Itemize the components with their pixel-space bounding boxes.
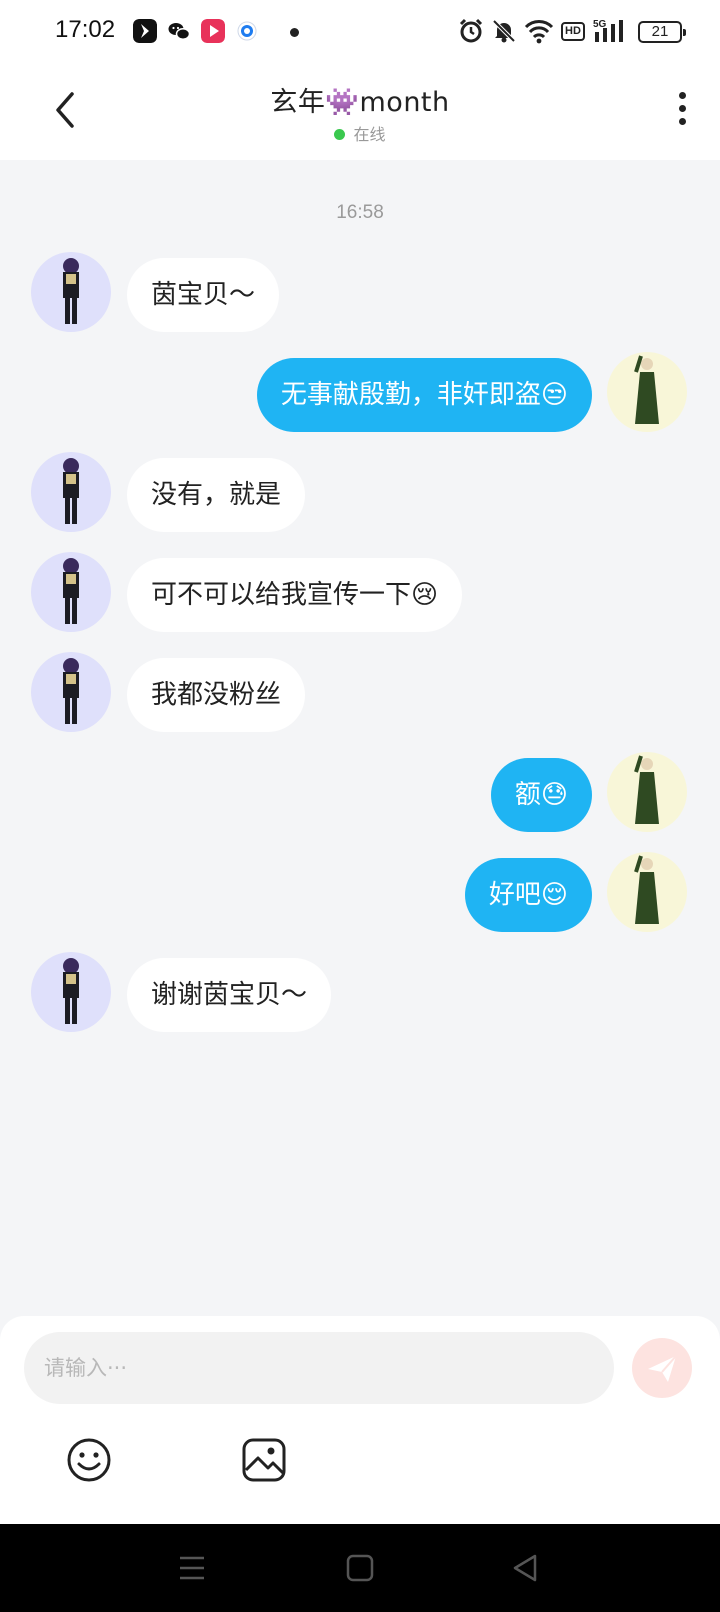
message-bubble[interactable]: 可不可以给我宣传一下😢 (127, 558, 463, 632)
message-bubble[interactable]: 谢谢茵宝贝～ (127, 958, 332, 1032)
more-options-button[interactable] (674, 92, 690, 132)
online-status: 在线 (0, 121, 720, 145)
image-button[interactable] (240, 1436, 288, 1484)
hd-badge: HD (561, 22, 585, 41)
menu-nav-button[interactable] (172, 1550, 212, 1586)
video-app-icon (201, 19, 225, 43)
message-row: 额😓 (0, 752, 720, 832)
title-block: 玄年👾month 在线 (0, 80, 720, 145)
avatar[interactable] (607, 852, 687, 932)
notification-dot (290, 28, 299, 37)
online-status-label: 在线 (353, 125, 386, 144)
vpn-app-icon (133, 19, 157, 43)
message-bubble[interactable]: 好吧😌 (464, 858, 592, 932)
mute-icon (492, 19, 516, 43)
message-row: 谢谢茵宝贝～ (0, 952, 720, 1032)
page-title: 玄年👾month (270, 87, 450, 118)
message-input[interactable] (24, 1332, 614, 1404)
message-row: 好吧😌 (0, 852, 720, 932)
wifi-icon (524, 20, 554, 44)
message-row: 无事献殷勤，非奸即盗😒 (0, 352, 720, 432)
message-bubble[interactable]: 茵宝贝～ (127, 258, 280, 332)
back-nav-button[interactable] (505, 1550, 545, 1586)
send-icon (648, 1355, 677, 1382)
avatar[interactable] (607, 752, 687, 832)
input-area (0, 1316, 720, 1524)
chat-timestamp: 16:58 (336, 202, 384, 223)
message-row: 我都没粉丝 (0, 652, 720, 732)
message-row: 没有，就是 (0, 452, 720, 532)
message-row: 茵宝贝～ (0, 252, 720, 332)
system-nav-bar (0, 1524, 720, 1612)
battery-icon: 21 (638, 21, 686, 43)
status-time: 17:02 (55, 16, 116, 43)
message-bubble[interactable]: 没有，就是 (127, 458, 306, 532)
send-button[interactable] (632, 1338, 692, 1398)
chat-area[interactable]: 16:58 茵宝贝～ 无事献殷勤，非奸即盗😒 没有，就是 可不可以给我宣传一下😢… (0, 160, 720, 1316)
message-row: 可不可以给我宣传一下😢 (0, 552, 720, 632)
wechat-icon (168, 23, 191, 40)
chat-header: 玄年👾month 在线 (0, 64, 720, 160)
message-bubble[interactable]: 我都没粉丝 (127, 658, 306, 732)
message-bubble[interactable]: 无事献殷勤，非奸即盗😒 (256, 358, 592, 432)
avatar[interactable] (31, 552, 111, 632)
message-bubble[interactable]: 额😓 (490, 758, 592, 832)
avatar[interactable] (31, 252, 111, 332)
status-bar: 17:02 HD 5G 21 (0, 0, 720, 64)
avatar[interactable] (607, 352, 687, 432)
avatar[interactable] (31, 952, 111, 1032)
emoji-button[interactable] (65, 1436, 113, 1484)
5g-signal-icon: 5G (593, 19, 623, 42)
home-nav-button[interactable] (340, 1550, 380, 1586)
alarm-icon (459, 18, 483, 43)
avatar[interactable] (31, 652, 111, 732)
online-dot (334, 129, 346, 140)
browser-app-icon (237, 21, 257, 41)
avatar[interactable] (31, 452, 111, 532)
